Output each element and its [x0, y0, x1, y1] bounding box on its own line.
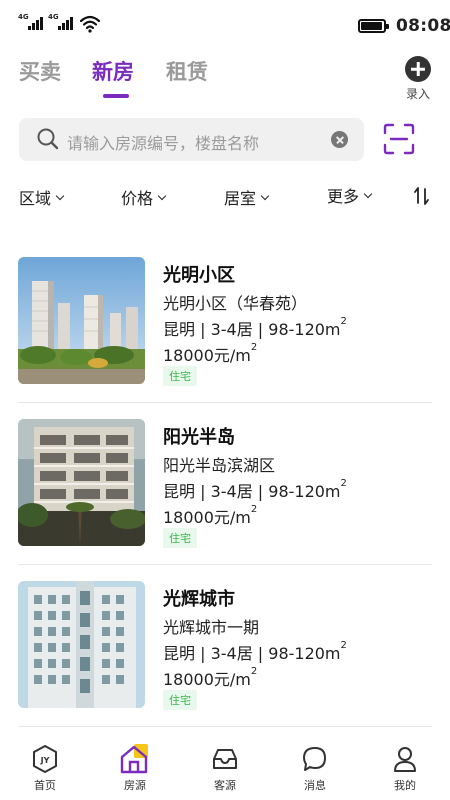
property-spec: 昆明 | 3-4居 | 98-120m2: [163, 640, 347, 664]
nav-clients-label: 客源: [214, 779, 236, 792]
property-subtitle: 光辉城市一期: [163, 618, 260, 637]
filter-area[interactable]: 区域: [19, 185, 65, 209]
list-item[interactable]: 光明小区 光明小区（华春苑） 昆明 | 3-4居 | 98-120m2 1800…: [0, 257, 450, 419]
property-spec-text: 昆明 | 3-4居 | 98-120m: [163, 320, 341, 339]
tab-rental[interactable]: 租赁: [166, 56, 208, 86]
network-type-label: 4G: [48, 13, 59, 21]
status-bar: 4G 4G 08:08: [0, 0, 450, 52]
property-name: 光明小区: [163, 265, 235, 286]
property-spec-text: 昆明 | 3-4居 | 98-120m: [163, 644, 341, 663]
nav-profile[interactable]: 我的: [375, 743, 435, 793]
clear-search-icon[interactable]: [331, 131, 348, 148]
property-spec: 昆明 | 3-4居 | 98-120m2: [163, 478, 347, 502]
property-spec: 昆明 | 3-4居 | 98-120m2: [163, 316, 347, 340]
plus-circle-icon: [405, 56, 431, 82]
user-icon: [394, 747, 416, 772]
filter-more[interactable]: 更多: [327, 183, 373, 207]
nav-messages[interactable]: 消息: [285, 743, 345, 793]
list-item[interactable]: 阳光半岛 阳光半岛滨湖区 昆明 | 3-4居 | 98-120m2 18000元…: [0, 419, 450, 581]
property-type-badge: 住宅: [163, 528, 197, 548]
filter-price[interactable]: 价格: [121, 185, 167, 209]
price-unit-superscript: 2: [250, 342, 258, 353]
area-unit-superscript: 2: [340, 316, 347, 327]
search-icon: [37, 128, 59, 150]
nav-messages-label: 消息: [304, 779, 326, 792]
active-tab-indicator: [103, 94, 129, 98]
battery-icon: [358, 19, 389, 33]
filter-bar: 区域 价格 居室 更多: [0, 185, 450, 213]
property-photo: [18, 257, 145, 384]
property-photo: [18, 581, 145, 708]
property-price: 18000元/m2: [163, 504, 257, 528]
property-price: 18000元/m2: [163, 666, 257, 690]
add-listing-label: 录入: [405, 87, 430, 101]
property-price-text: 18000元/m: [163, 670, 251, 689]
area-unit-superscript: 2: [340, 640, 347, 651]
property-price: 18000元/m2: [163, 342, 257, 366]
filter-price-label: 价格: [121, 189, 154, 208]
nav-listings[interactable]: 房源: [105, 743, 165, 793]
divider: [18, 402, 432, 403]
property-name: 光辉城市: [163, 589, 235, 610]
tab-new-homes[interactable]: 新房: [92, 56, 134, 86]
chevron-down-icon: [55, 191, 65, 200]
nav-profile-label: 我的: [394, 779, 416, 792]
search-placeholder: 请输入房源编号，楼盘名称: [67, 134, 260, 153]
price-unit-superscript: 2: [250, 504, 258, 515]
filter-area-label: 区域: [19, 189, 52, 208]
wifi-icon: [80, 15, 100, 33]
sort-icon[interactable]: [413, 186, 431, 206]
chevron-down-icon: [157, 191, 167, 200]
signal-1-icon: 4G: [18, 13, 43, 30]
property-price-text: 18000元/m: [163, 508, 251, 527]
tab-buy-sell[interactable]: 买卖: [19, 56, 61, 86]
property-price-text: 18000元/m: [163, 346, 251, 365]
property-subtitle: 光明小区（华春苑）: [163, 294, 308, 313]
jy-home-icon: JY: [33, 745, 57, 773]
bottom-nav: JY 首页 房源 客源 消息 我的: [0, 735, 450, 800]
filter-more-label: 更多: [327, 187, 360, 206]
signal-2-icon: 4G: [48, 13, 73, 30]
price-unit-superscript: 2: [250, 666, 258, 677]
nav-home-label: 首页: [34, 779, 56, 792]
jy-logo-text: JY: [40, 756, 50, 765]
scan-icon[interactable]: [382, 122, 416, 156]
chat-icon: [303, 747, 326, 771]
area-unit-superscript: 2: [340, 478, 347, 489]
divider: [18, 726, 432, 727]
property-photo: [18, 419, 145, 546]
filter-rooms[interactable]: 居室: [224, 185, 270, 209]
network-type-label: 4G: [18, 13, 29, 21]
property-subtitle: 阳光半岛滨湖区: [163, 456, 276, 475]
property-spec-text: 昆明 | 3-4居 | 98-120m: [163, 482, 341, 501]
house-icon: [120, 744, 148, 774]
chevron-down-icon: [363, 189, 373, 198]
property-type-badge: 住宅: [163, 366, 197, 386]
property-type-badge: 住宅: [163, 690, 197, 710]
list-item[interactable]: 光辉城市 光辉城市一期 昆明 | 3-4居 | 98-120m2 18000元/…: [0, 581, 450, 743]
nav-listings-label: 房源: [124, 779, 146, 792]
nav-clients[interactable]: 客源: [195, 743, 255, 793]
top-tab-bar: 买卖 新房 租赁: [0, 52, 450, 100]
divider: [18, 564, 432, 565]
nav-home[interactable]: JY 首页: [15, 743, 75, 793]
search-input[interactable]: 请输入房源编号，楼盘名称: [19, 118, 364, 161]
filter-rooms-label: 居室: [224, 189, 257, 208]
inbox-icon: [213, 749, 237, 769]
property-name: 阳光半岛: [163, 427, 235, 448]
status-time: 08:08: [396, 16, 450, 36]
chevron-down-icon: [260, 191, 270, 200]
add-listing-button[interactable]: 录入: [400, 56, 436, 102]
